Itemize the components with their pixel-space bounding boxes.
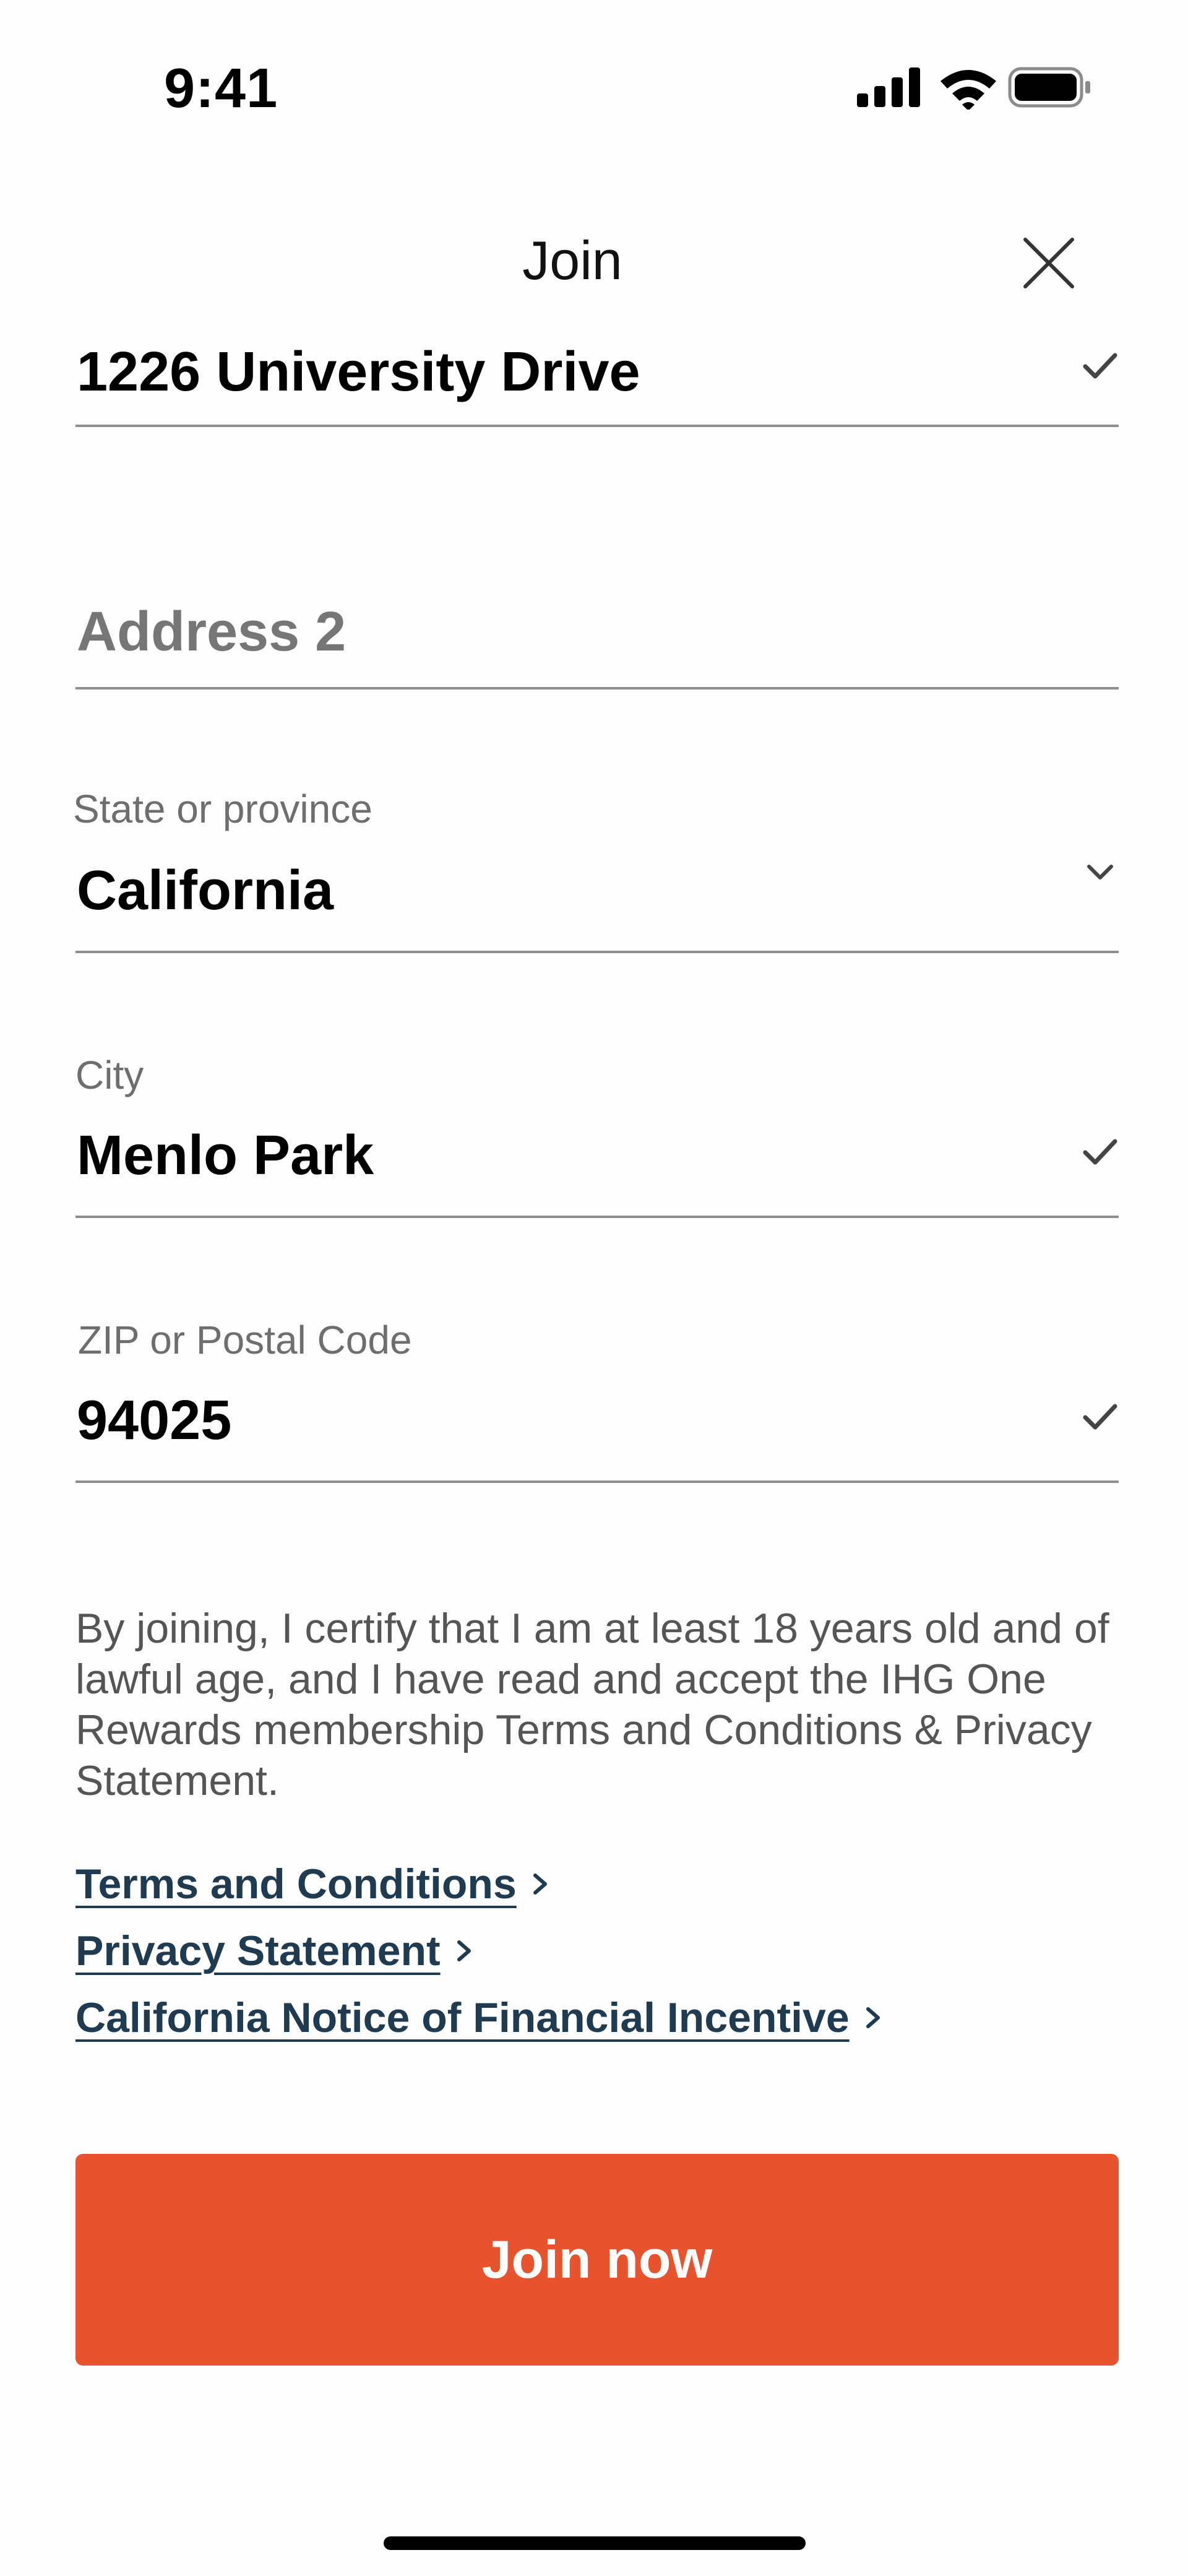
zip-field[interactable]: ZIP or Postal Code 94025 [75,1311,1119,1483]
join-now-button[interactable]: Join now [75,2154,1119,2366]
address1-field[interactable]: 1226 University Drive [75,322,1119,427]
cellular-signal-icon [857,67,920,107]
privacy-link[interactable]: Privacy Statement [75,1917,884,1984]
state-label: State or province [73,787,372,831]
city-field[interactable]: City Menlo Park [75,1046,1119,1218]
zip-label: ZIP or Postal Code [78,1318,412,1362]
close-icon [1023,238,1074,288]
state-value: California [77,860,334,922]
california-notice-link[interactable]: California Notice of Financial Incentive [75,1984,884,2051]
legal-links: Terms and Conditions Privacy Statement C… [75,1851,884,2051]
address2-field[interactable]: Address 2 [75,557,1119,689]
terms-link[interactable]: Terms and Conditions [75,1851,884,1917]
legal-text: By joining, I certify that I am at least… [75,1605,1109,1804]
terms-link-label: Terms and Conditions [75,1861,517,1908]
checkmark-icon [1083,1139,1117,1165]
address2-placeholder: Address 2 [77,601,346,663]
zip-value: 94025 [77,1390,232,1451]
privacy-link-label: Privacy Statement [75,1927,441,1974]
chevron-right-icon [457,1940,471,1961]
city-label: City [75,1053,144,1097]
address1-value: 1226 University Drive [77,341,640,403]
california-notice-link-label: California Notice of Financial Incentive [75,1994,850,2041]
battery-icon [1008,67,1090,108]
close-button[interactable] [1018,232,1080,294]
home-indicator [384,2536,806,2550]
chevron-right-icon [533,1874,547,1895]
city-value: Menlo Park [77,1125,374,1186]
chevron-right-icon [866,2007,880,2028]
checkmark-icon [1083,353,1117,379]
checkmark-icon [1083,1404,1117,1430]
state-select[interactable]: State or province California [73,780,1119,953]
status-time: 9:41 [164,58,278,119]
status-icons [857,67,1090,110]
page-title: Join [522,230,622,291]
chevron-down-icon [1087,865,1113,880]
wifi-icon [940,70,996,110]
